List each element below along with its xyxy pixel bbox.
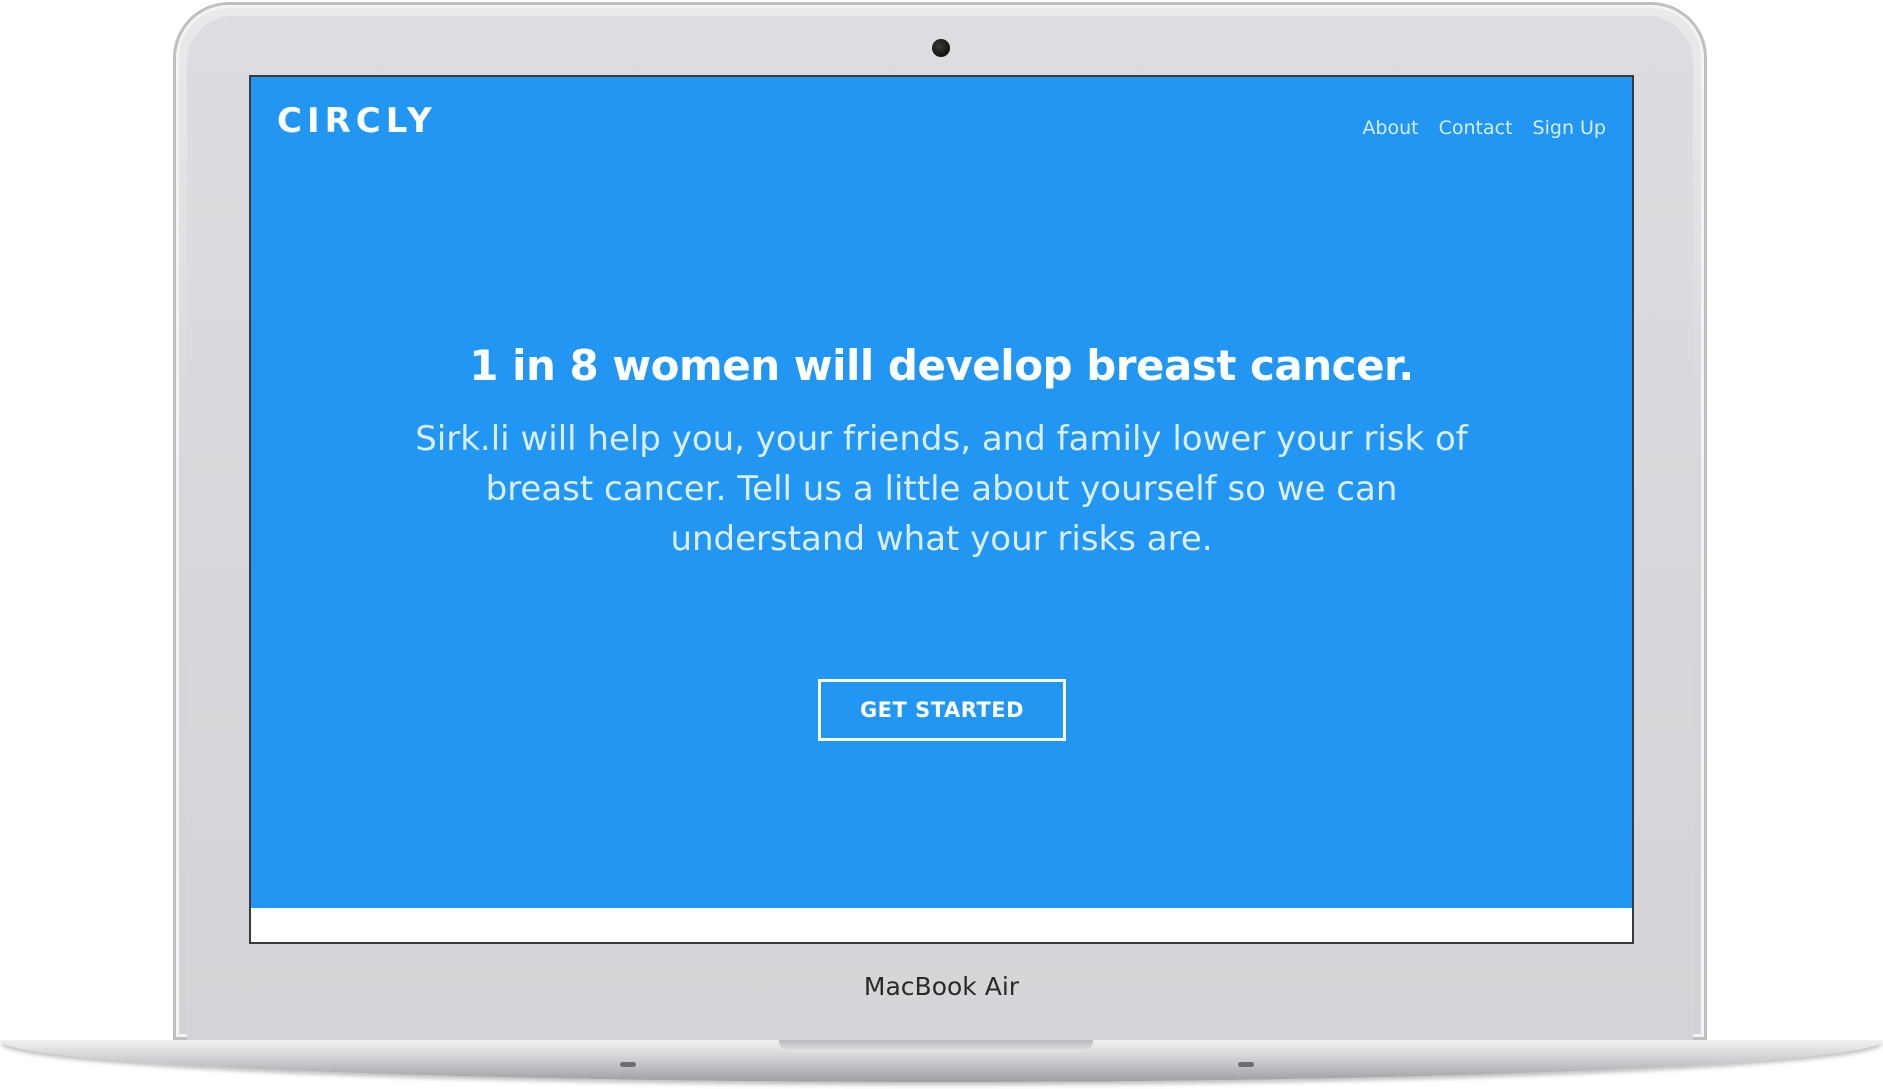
nav-link-signup[interactable]: Sign Up	[1533, 117, 1606, 139]
hero-headline: 1 in 8 women will develop breast cancer.	[469, 341, 1414, 390]
laptop-screen: CIRCLY About Contact Sign Up 1 in 8 wome…	[249, 75, 1634, 944]
website-hero-section: CIRCLY About Contact Sign Up 1 in 8 wome…	[251, 77, 1632, 908]
site-logo[interactable]: CIRCLY	[277, 101, 437, 141]
laptop-hinge-notch	[779, 1040, 1093, 1052]
get-started-button[interactable]: GET STARTED	[818, 679, 1066, 741]
hero-content: 1 in 8 women will develop breast cancer.…	[251, 341, 1632, 564]
nav-link-about[interactable]: About	[1362, 117, 1418, 139]
top-nav: About Contact Sign Up	[1362, 117, 1606, 139]
nav-link-contact[interactable]: Contact	[1439, 117, 1513, 139]
laptop-mockup: CIRCLY About Contact Sign Up 1 in 8 wome…	[0, 0, 1883, 1089]
laptop-foot	[620, 1062, 636, 1067]
laptop-foot	[1238, 1062, 1254, 1067]
camera-icon	[932, 39, 950, 57]
device-brand-label: MacBook Air	[863, 972, 1020, 1001]
hero-subtext: Sirk.li will help you, your friends, and…	[415, 419, 1468, 559]
